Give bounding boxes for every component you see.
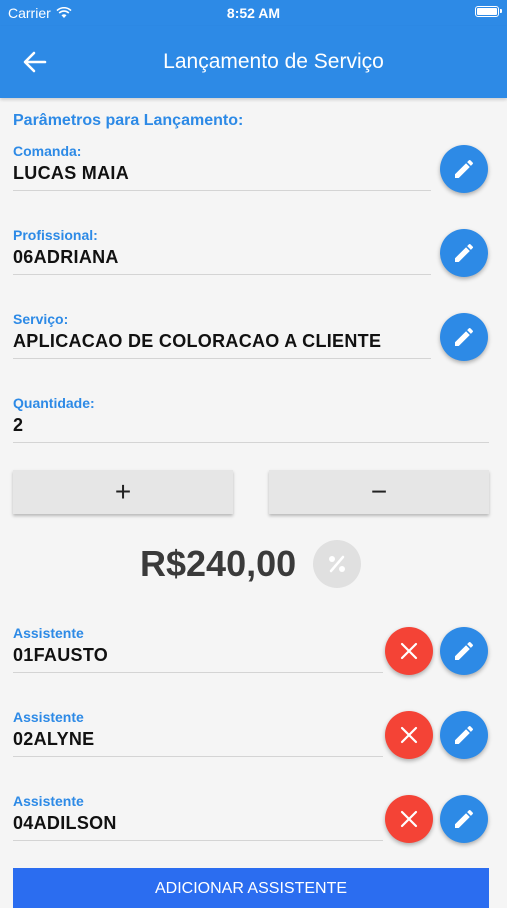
section-title: Parâmetros para Lançamento:	[13, 112, 244, 129]
divider	[13, 190, 431, 191]
servico-field[interactable]: Serviço: APLICACAO DE COLORACAO A CLIENT…	[13, 311, 431, 359]
remove-assistant-button[interactable]	[385, 711, 433, 759]
divider	[13, 358, 431, 359]
divider	[13, 672, 383, 673]
price-total: R$240,00	[140, 543, 297, 584]
divider	[13, 756, 383, 757]
remove-assistant-button[interactable]	[385, 795, 433, 843]
assistant-label: Assistente	[13, 793, 84, 809]
clock: 8:52 AM	[226, 5, 281, 21]
assistant-value: 02ALYNE	[13, 729, 95, 749]
quantidade-value: 2	[13, 415, 24, 435]
edit-comanda-button[interactable]	[440, 145, 488, 193]
pencil-icon	[455, 725, 474, 744]
servico-label: Serviço:	[13, 311, 69, 327]
divider	[13, 442, 489, 443]
assistant-value: 01FAUSTO	[13, 645, 109, 665]
pencil-icon	[455, 243, 474, 262]
comanda-value: LUCAS MAIA	[13, 163, 129, 183]
divider	[13, 274, 431, 275]
profissional-field[interactable]: Profissional: 06ADRIANA	[13, 227, 431, 275]
pencil-icon	[455, 327, 474, 346]
edit-assistant-button[interactable]	[440, 627, 488, 675]
divider	[13, 840, 383, 841]
quantidade-label: Quantidade:	[13, 395, 95, 411]
close-icon	[400, 726, 418, 744]
close-icon	[400, 810, 418, 828]
status-bar: Carrier 8:52 AM	[0, 0, 507, 26]
assistant-field[interactable]: Assistente 01FAUSTO	[13, 625, 383, 673]
profissional-value: 06ADRIANA	[13, 247, 119, 267]
app-bar: Lançamento de Serviço	[0, 26, 507, 98]
assistant-field[interactable]: Assistente 04ADILSON	[13, 793, 383, 841]
close-icon	[400, 642, 418, 660]
quantidade-field[interactable]: Quantidade: 2	[13, 395, 489, 443]
assistant-label: Assistente	[13, 709, 84, 725]
comanda-label: Comanda:	[13, 143, 82, 159]
pencil-icon	[455, 809, 474, 828]
decrement-button[interactable]: −	[269, 470, 489, 514]
pencil-icon	[455, 159, 474, 178]
edit-assistant-button[interactable]	[440, 711, 488, 759]
assistant-value: 04ADILSON	[13, 813, 117, 833]
add-assistant-button[interactable]: ADICIONAR ASSISTENTE	[13, 868, 489, 908]
servico-value: APLICACAO DE COLORACAO A CLIENTE	[13, 331, 382, 351]
profissional-label: Profissional:	[13, 227, 98, 243]
pencil-icon	[455, 641, 474, 660]
battery-icon	[475, 6, 502, 17]
edit-assistant-button[interactable]	[440, 795, 488, 843]
edit-profissional-button[interactable]	[440, 229, 488, 277]
edit-servico-button[interactable]	[440, 313, 488, 361]
discount-button[interactable]	[313, 540, 361, 588]
remove-assistant-button[interactable]	[385, 627, 433, 675]
assistant-field[interactable]: Assistente 02ALYNE	[13, 709, 383, 757]
percent-icon	[329, 555, 345, 573]
page-title: Lançamento de Serviço	[163, 50, 384, 73]
comanda-field[interactable]: Comanda: LUCAS MAIA	[13, 143, 431, 191]
assistant-label: Assistente	[13, 625, 84, 641]
increment-button[interactable]: +	[13, 470, 233, 514]
